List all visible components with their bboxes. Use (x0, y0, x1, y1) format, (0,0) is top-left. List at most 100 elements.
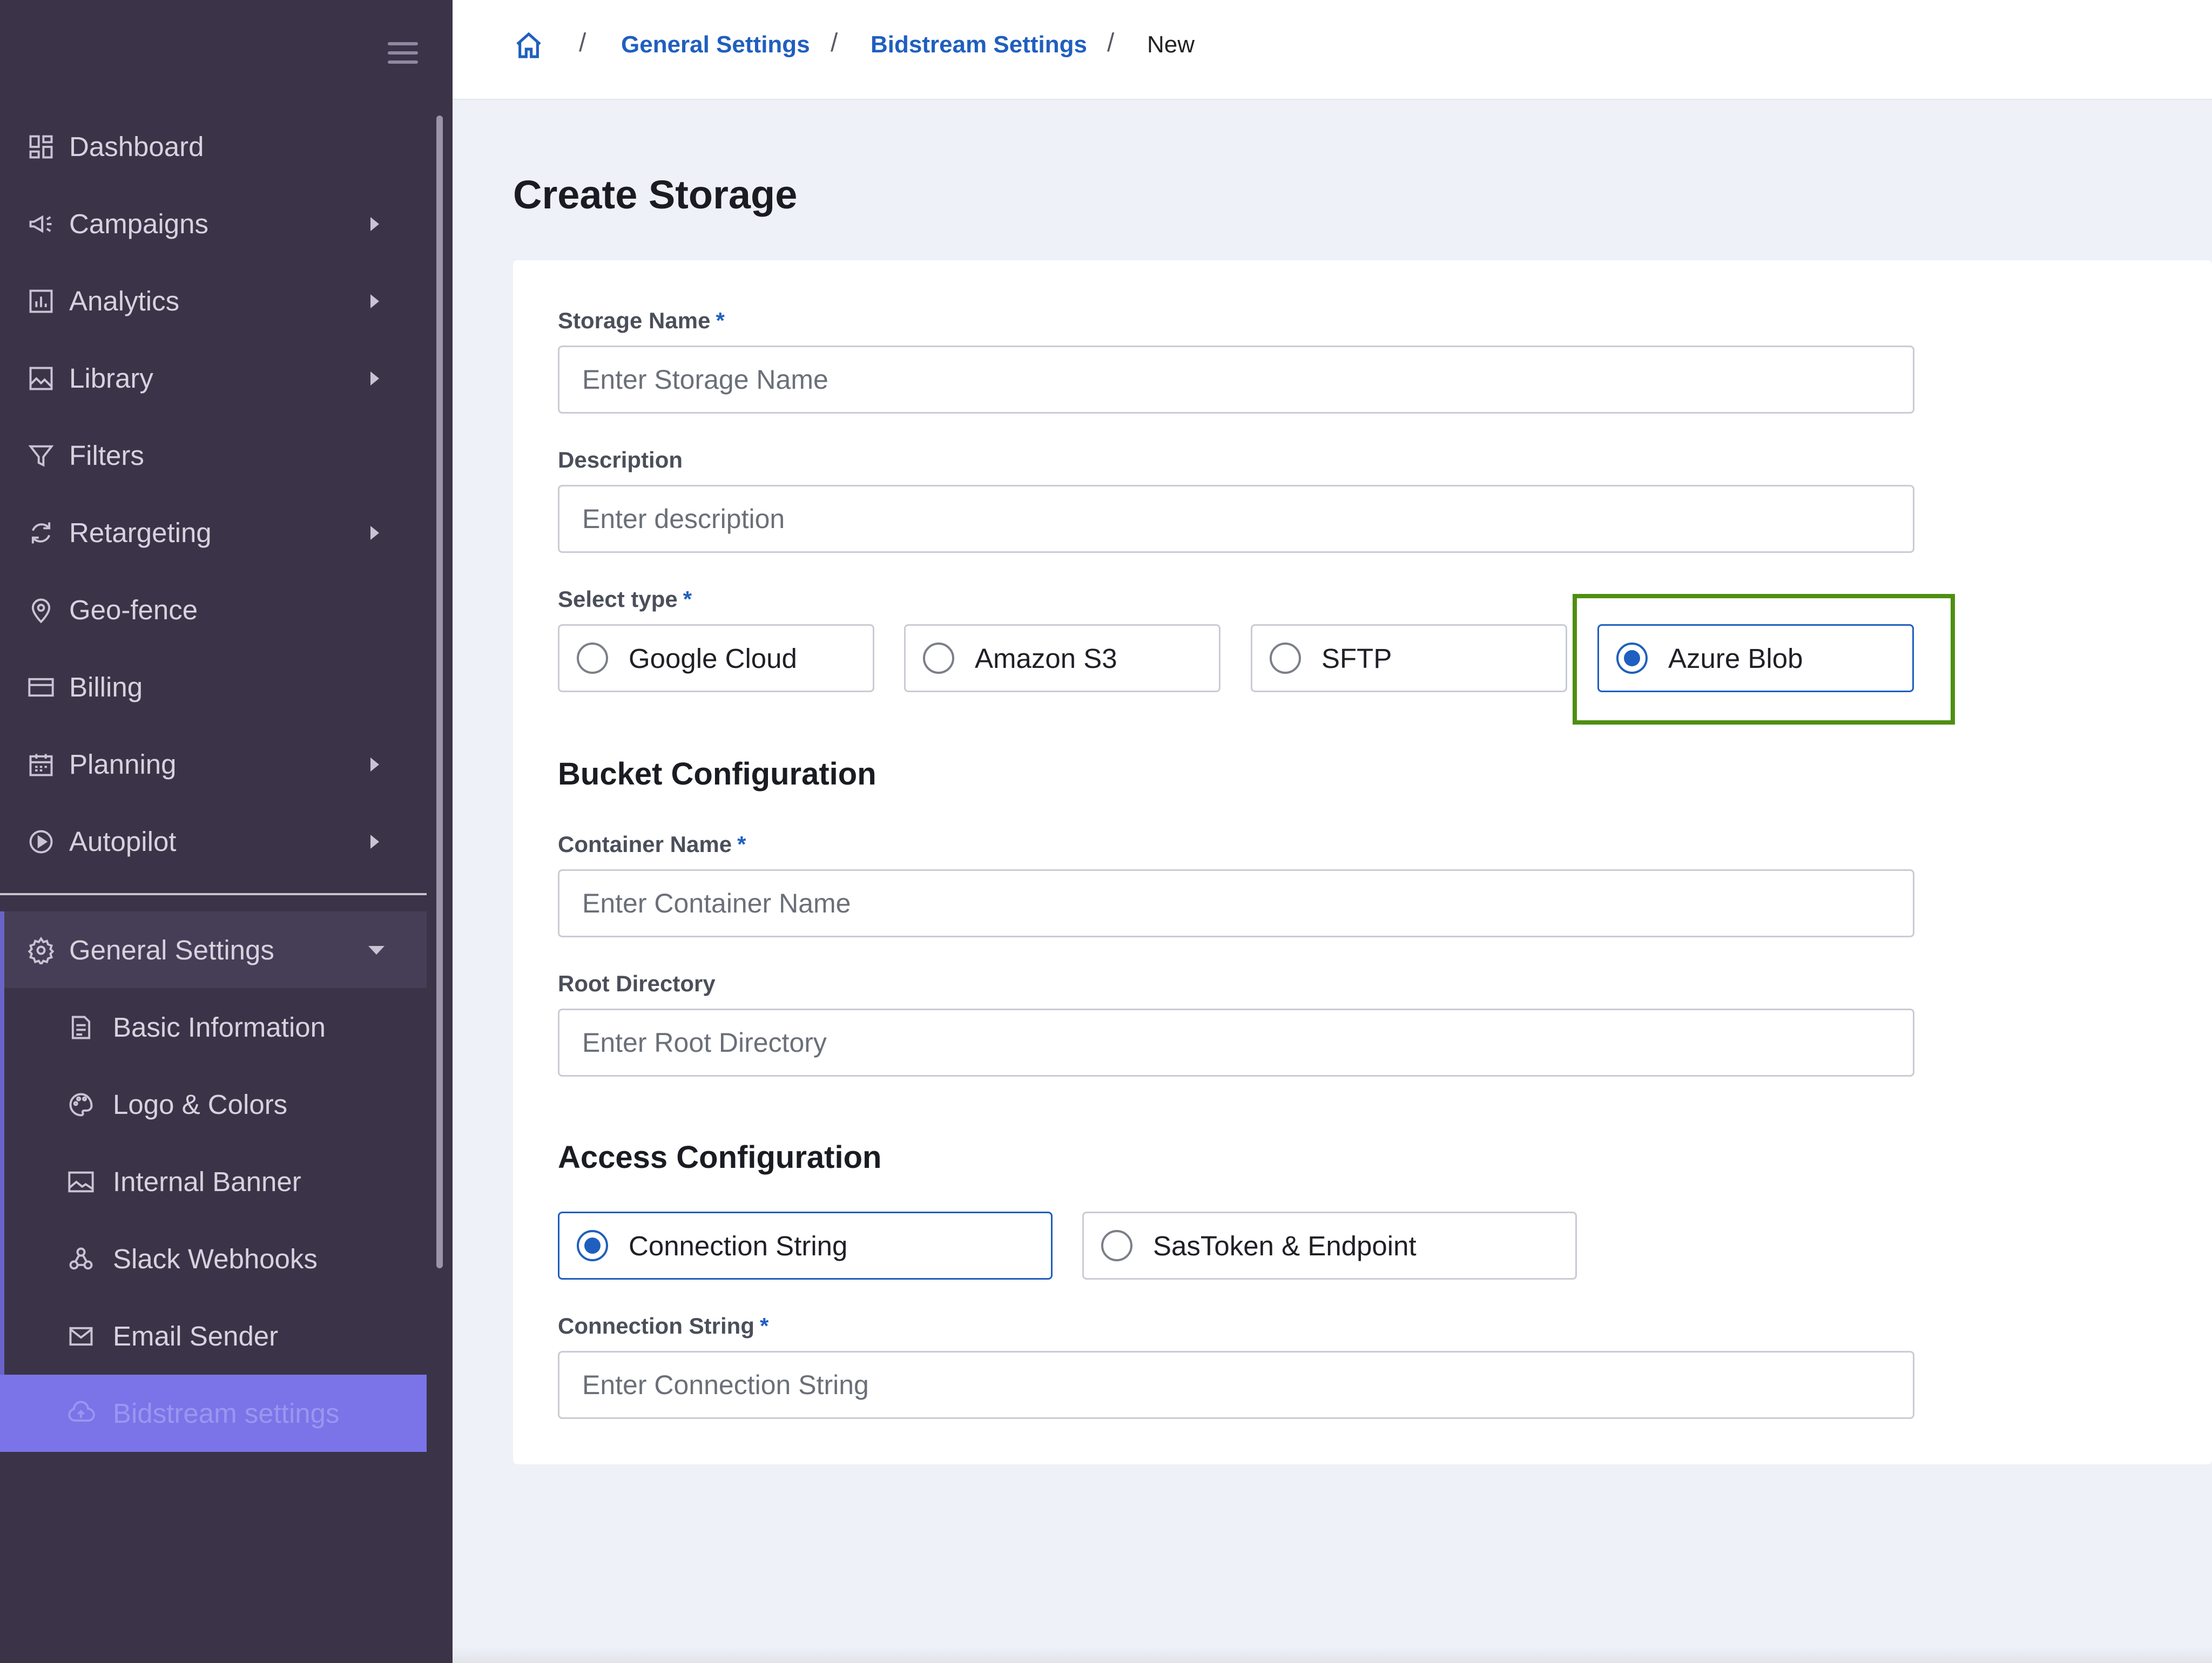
bucket-configuration-heading: Bucket Configuration (558, 756, 876, 792)
required-marker: * (716, 308, 725, 333)
credit-card-icon (25, 671, 57, 704)
sidebar-item-geo-fence[interactable]: Geo-fence (0, 571, 427, 648)
sidebar-scrollbar[interactable] (436, 116, 443, 1268)
container-name-input[interactable] (558, 869, 1914, 937)
radio-button[interactable] (923, 643, 954, 674)
sidebar-item-filters[interactable]: Filters (0, 417, 427, 494)
cloud-upload-icon (65, 1397, 97, 1430)
gear-icon (25, 934, 57, 966)
mail-icon (65, 1320, 97, 1353)
sidebar-item-label: Campaigns (69, 208, 208, 239)
connection-string-label: Connection String * (558, 1313, 768, 1339)
sidebar-item-dashboard[interactable]: Dashboard (0, 108, 427, 185)
type-option-label: Amazon S3 (975, 643, 1117, 674)
webhook-icon (65, 1243, 97, 1275)
selection-highlight-box (1573, 594, 1955, 725)
sidebar-item-autopilot[interactable]: Autopilot (0, 803, 427, 880)
sidebar-item-label: General Settings (69, 935, 274, 965)
access-option-label: SasToken & Endpoint (1153, 1230, 1417, 1261)
select-type-label-text: Select type (558, 586, 678, 612)
page-title: Create Storage (513, 172, 798, 217)
breadcrumb-separator: / (1107, 29, 1115, 57)
sidebar-item-bidstream-settings[interactable]: Bidstream settings (0, 1375, 427, 1452)
storage-name-label-text: Storage Name (558, 308, 711, 333)
chevron-right-icon (370, 371, 379, 386)
connection-string-input[interactable] (558, 1351, 1914, 1419)
access-configuration-heading: Access Configuration (558, 1140, 882, 1175)
required-marker: * (683, 586, 692, 612)
container-name-label: Container Name * (558, 832, 746, 857)
sidebar-item-campaigns[interactable]: Campaigns (0, 185, 427, 262)
sidebar-group-indicator (0, 911, 4, 1451)
dashboard-icon (25, 131, 57, 163)
sidebar-item-basic-information[interactable]: Basic Information (4, 989, 427, 1066)
sidebar-item-label: Planning (69, 749, 177, 780)
chevron-right-icon (370, 525, 379, 540)
sidebar-item-analytics[interactable]: Analytics (0, 262, 427, 340)
breadcrumb-separator: / (579, 29, 586, 57)
sidebar-item-label: Autopilot (69, 826, 177, 857)
description-label: Description (558, 447, 683, 472)
access-option-sastoken-endpoint[interactable]: SasToken & Endpoint (1082, 1212, 1577, 1280)
bar-chart-icon (25, 285, 57, 317)
menu-toggle-icon[interactable] (388, 42, 418, 64)
breadcrumb-link-bidstream-settings[interactable]: Bidstream Settings (871, 31, 1087, 58)
sidebar-divider (0, 893, 427, 895)
root-directory-label: Root Directory (558, 971, 716, 996)
sidebar-item-label: Email Sender (113, 1321, 279, 1351)
create-storage-form (513, 260, 2212, 1464)
app-window: Dashboard Campaigns Analytics Library Fi… (0, 0, 2212, 1663)
sidebar-item-label: Retargeting (69, 517, 212, 548)
image-icon (65, 1166, 97, 1198)
chevron-right-icon (370, 834, 379, 849)
type-option-google-cloud[interactable]: Google Cloud (558, 624, 874, 692)
sidebar-item-slack-webhooks[interactable]: Slack Webhooks (4, 1220, 427, 1297)
sidebar-item-logo-colors[interactable]: Logo & Colors (4, 1066, 427, 1143)
sidebar-item-label: Logo & Colors (113, 1089, 288, 1120)
type-option-amazon-s3[interactable]: Amazon S3 (904, 624, 1220, 692)
chevron-right-icon (370, 294, 379, 308)
radio-button[interactable] (1101, 1230, 1132, 1261)
connection-string-label-text: Connection String (558, 1313, 754, 1338)
sidebar-item-planning[interactable]: Planning (0, 726, 427, 803)
location-pin-icon (25, 594, 57, 626)
sidebar-item-email-sender[interactable]: Email Sender (4, 1297, 427, 1375)
root-directory-input[interactable] (558, 1009, 1914, 1077)
storage-name-input[interactable] (558, 346, 1914, 414)
sidebar-item-billing[interactable]: Billing (0, 648, 427, 726)
radio-button[interactable] (1270, 643, 1301, 674)
sidebar-item-label: Filters (69, 440, 144, 471)
chevron-right-icon (370, 217, 379, 231)
type-option-sftp[interactable]: SFTP (1251, 624, 1567, 692)
radio-button[interactable] (577, 643, 608, 674)
sidebar-item-label: Analytics (69, 286, 180, 316)
access-option-label: Connection String (629, 1230, 848, 1261)
sidebar-item-library[interactable]: Library (0, 340, 427, 417)
sidebar-item-label: Basic Information (113, 1012, 326, 1043)
sidebar-item-label: Billing (69, 672, 143, 702)
breadcrumb-separator: / (831, 29, 838, 57)
home-icon[interactable] (513, 30, 544, 60)
sidebar-item-label: Library (69, 363, 153, 394)
breadcrumb-current: New (1147, 31, 1195, 58)
sidebar-item-general-settings[interactable]: General Settings (0, 911, 427, 989)
chevron-down-icon (368, 945, 385, 955)
refresh-icon (25, 517, 57, 549)
type-option-label: SFTP (1321, 643, 1392, 674)
description-input[interactable] (558, 485, 1914, 553)
document-icon (65, 1011, 97, 1044)
container-name-label-text: Container Name (558, 832, 732, 857)
required-marker: * (737, 832, 746, 857)
storage-name-label: Storage Name * (558, 308, 725, 334)
sidebar-item-label: Slack Webhooks (113, 1243, 318, 1274)
sidebar-item-label: Bidstream settings (113, 1398, 340, 1429)
radio-button-selected[interactable] (577, 1230, 608, 1261)
play-circle-icon (25, 826, 57, 858)
required-marker: * (759, 1313, 769, 1338)
sidebar-item-internal-banner[interactable]: Internal Banner (4, 1143, 427, 1220)
breadcrumb-link-general-settings[interactable]: General Settings (621, 31, 810, 58)
sidebar-item-label: Dashboard (69, 131, 204, 162)
access-option-connection-string[interactable]: Connection String (558, 1212, 1053, 1280)
sidebar-item-retargeting[interactable]: Retargeting (0, 494, 427, 571)
megaphone-icon (25, 208, 57, 240)
